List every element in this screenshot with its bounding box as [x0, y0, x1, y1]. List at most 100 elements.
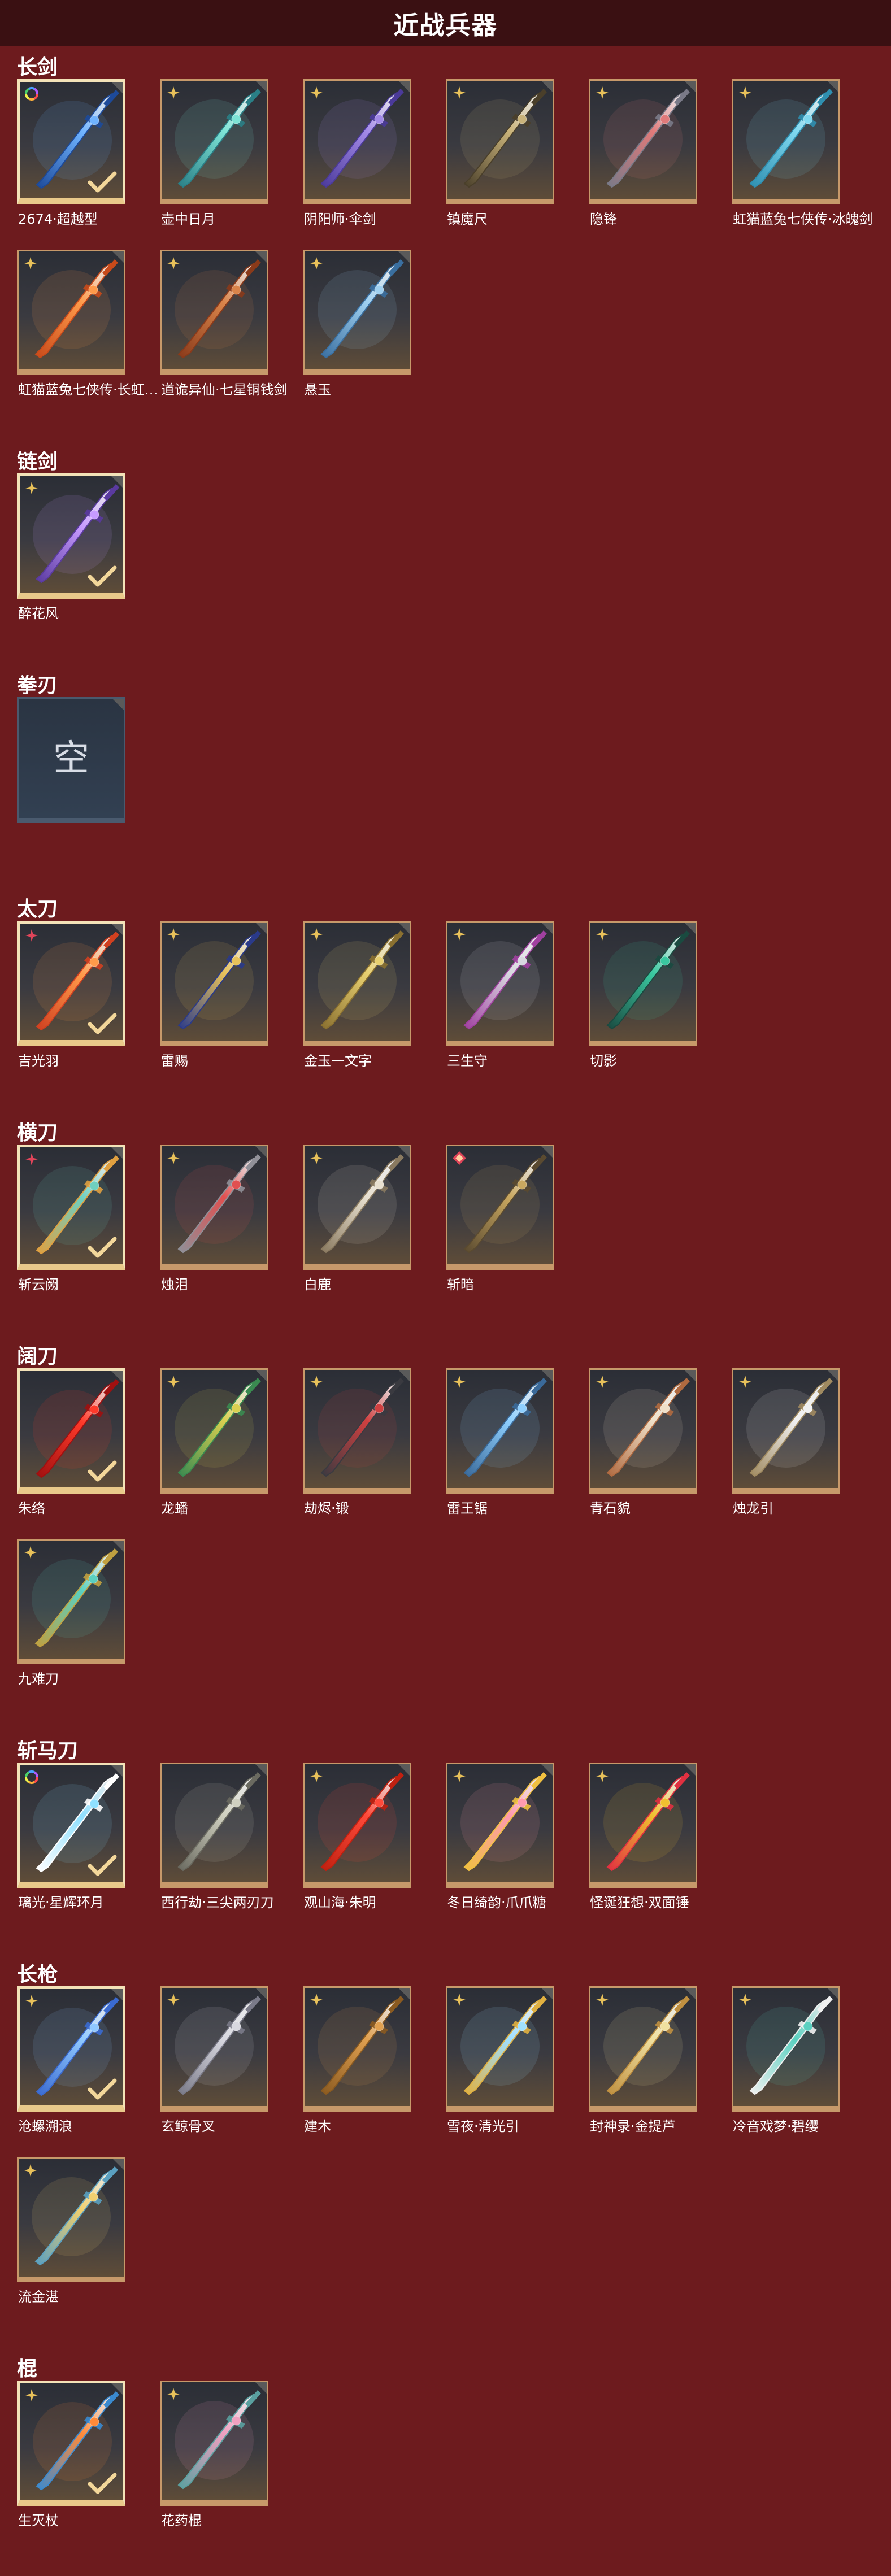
- weapon-card[interactable]: [446, 1986, 554, 2112]
- weapon-item[interactable]: 悬玉: [287, 250, 411, 398]
- weapon-image: [175, 1772, 261, 1872]
- corner-mark-icon: [112, 699, 124, 710]
- corner-mark-icon: [255, 81, 267, 92]
- weapon-card[interactable]: [732, 1368, 840, 1494]
- weapon-item[interactable]: 西行劫·三尖两刃刀: [144, 1763, 274, 1911]
- weapon-card[interactable]: [303, 1986, 411, 2112]
- weapon-item[interactable]: 吉光羽: [1, 921, 125, 1069]
- weapon-name: 虹猫蓝兔七侠传·冰魄剑: [733, 211, 873, 227]
- weapon-card[interactable]: [160, 1763, 268, 1888]
- weapon-item[interactable]: 建木: [287, 1986, 411, 2134]
- corner-mark-icon: [255, 251, 267, 263]
- weapon-card[interactable]: [17, 1986, 125, 2112]
- weapon-item[interactable]: 璃光·星辉环月: [1, 1763, 125, 1911]
- weapon-item[interactable]: 斩云阙: [1, 1145, 125, 1293]
- weapon-item[interactable]: 玄鲸骨叉: [144, 1986, 268, 2134]
- weapon-card[interactable]: [17, 1368, 125, 1494]
- weapon-card[interactable]: [446, 1368, 554, 1494]
- weapon-card[interactable]: [589, 1368, 697, 1494]
- weapon-card[interactable]: [303, 1145, 411, 1270]
- weapon-item[interactable]: 切影: [573, 921, 697, 1069]
- weapon-item[interactable]: 三生守: [430, 921, 554, 1069]
- weapon-card[interactable]: [446, 1763, 554, 1888]
- weapon-card[interactable]: [589, 921, 697, 1046]
- weapon-card[interactable]: [589, 1986, 697, 2112]
- weapon-item[interactable]: 醉花风: [1, 473, 125, 621]
- weapon-card[interactable]: [589, 79, 697, 204]
- weapon-card[interactable]: [589, 1763, 697, 1888]
- gold-star-icon: [453, 1376, 466, 1388]
- gold-star-icon: [310, 1994, 323, 2006]
- weapon-card[interactable]: [446, 79, 554, 204]
- corner-mark-icon: [255, 1370, 267, 1381]
- weapon-item[interactable]: 沧螺溯浪: [1, 1986, 125, 2134]
- weapon-item[interactable]: 隐锋: [573, 79, 697, 227]
- weapon-card[interactable]: [160, 250, 268, 375]
- weapon-item[interactable]: 烛泪: [144, 1145, 268, 1293]
- weapon-card[interactable]: [303, 1763, 411, 1888]
- weapon-card[interactable]: [303, 921, 411, 1046]
- weapon-item[interactable]: 劫烬·锻: [287, 1368, 411, 1516]
- weapon-item[interactable]: 雪夜·清光引: [430, 1986, 554, 2134]
- weapon-card[interactable]: [732, 79, 840, 204]
- weapon-name: 玄鲸骨叉: [161, 2118, 215, 2134]
- weapon-item[interactable]: 流金湛: [1, 2157, 125, 2305]
- weapon-card[interactable]: [160, 1986, 268, 2112]
- weapon-card[interactable]: [303, 250, 411, 375]
- weapon-card[interactable]: [303, 79, 411, 204]
- weapon-item[interactable]: 虹猫蓝兔七侠传·长虹…: [1, 250, 158, 398]
- weapon-item[interactable]: 朱络: [1, 1368, 125, 1516]
- weapon-item[interactable]: 冬日绮韵·爪爪糖: [430, 1763, 554, 1911]
- weapon-card[interactable]: [160, 921, 268, 1046]
- weapon-item[interactable]: 烛龙引: [716, 1368, 840, 1516]
- corner-mark-icon: [255, 1764, 267, 1776]
- weapon-card[interactable]: [160, 2381, 268, 2506]
- weapon-card[interactable]: [17, 1763, 125, 1888]
- weapon-card[interactable]: [17, 1145, 125, 1270]
- weapon-item[interactable]: 冷音戏梦·碧缨: [716, 1986, 840, 2134]
- weapon-item[interactable]: 镇魔尺: [430, 79, 554, 227]
- weapon-card[interactable]: [446, 921, 554, 1046]
- weapon-name: 镇魔尺: [447, 211, 488, 227]
- weapon-item[interactable]: 雷赐: [144, 921, 268, 1069]
- weapon-card[interactable]: [17, 473, 125, 599]
- weapon-card[interactable]: [160, 1368, 268, 1494]
- weapon-item[interactable]: 怪诞狂想·双面锤: [573, 1763, 697, 1911]
- corner-mark-icon: [827, 1370, 838, 1381]
- weapon-item[interactable]: 白鹿: [287, 1145, 411, 1293]
- weapon-card[interactable]: [17, 2381, 125, 2506]
- weapon-item[interactable]: 阴阳师·伞剑: [287, 79, 411, 227]
- weapon-item[interactable]: 雷王锯: [430, 1368, 554, 1516]
- weapon-name: 建木: [304, 2118, 331, 2134]
- weapon-item[interactable]: 道诡异仙·七星铜钱剑: [144, 250, 288, 398]
- weapon-item[interactable]: 封神录·金提芦: [573, 1986, 697, 2134]
- weapon-item[interactable]: 金玉一文字: [287, 921, 411, 1069]
- weapon-item[interactable]: 壶中日月: [144, 79, 268, 227]
- weapon-item[interactable]: 九难刀: [1, 1539, 125, 1687]
- weapon-card[interactable]: [17, 921, 125, 1046]
- empty-slot[interactable]: 空: [1, 697, 125, 844]
- weapon-item[interactable]: 龙蟠: [144, 1368, 268, 1516]
- weapon-card[interactable]: [17, 2157, 125, 2282]
- gold-star-icon: [310, 257, 323, 269]
- weapon-name: 冬日绮韵·爪爪糖: [447, 1895, 546, 1911]
- empty-slot-card[interactable]: 空: [17, 697, 125, 823]
- weapon-card[interactable]: [160, 1145, 268, 1270]
- weapon-item[interactable]: 斩暗: [430, 1145, 554, 1293]
- weapon-item[interactable]: 青石貌: [573, 1368, 697, 1516]
- weapon-item[interactable]: 虹猫蓝兔七侠传·冰魄剑: [716, 79, 873, 227]
- weapon-card[interactable]: [17, 1539, 125, 1664]
- weapon-card[interactable]: [160, 79, 268, 204]
- weapon-item[interactable]: 观山海·朱明: [287, 1763, 411, 1911]
- weapon-card[interactable]: [446, 1145, 554, 1270]
- corner-mark-icon: [112, 251, 124, 263]
- gold-star-icon: [453, 1994, 466, 2006]
- weapon-card[interactable]: [732, 1986, 840, 2112]
- weapon-card[interactable]: [303, 1368, 411, 1494]
- weapon-card[interactable]: [17, 250, 125, 375]
- weapon-item[interactable]: 2674·超越型: [1, 79, 125, 227]
- weapon-item[interactable]: 生灭杖: [1, 2381, 125, 2529]
- corner-mark-icon: [541, 1988, 553, 1999]
- weapon-item[interactable]: 花药棍: [144, 2381, 268, 2529]
- weapon-card[interactable]: [17, 79, 125, 204]
